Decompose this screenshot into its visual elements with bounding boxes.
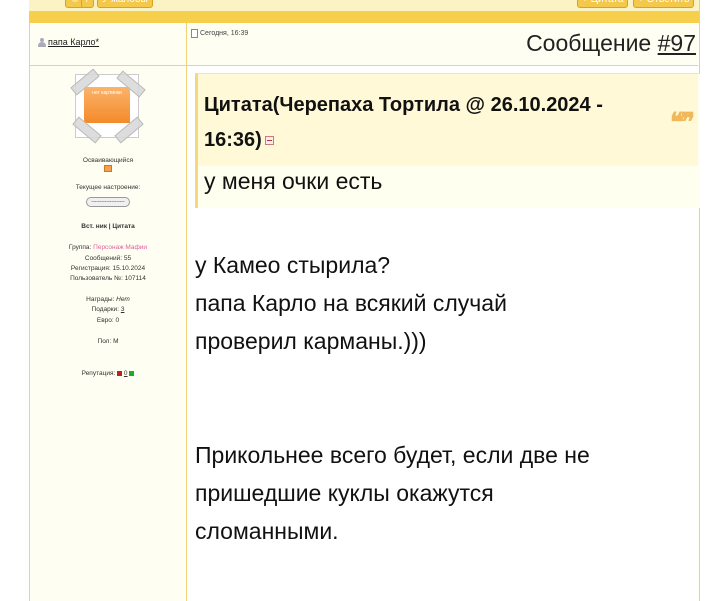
rep-minus-icon[interactable] (117, 370, 123, 376)
top-toolbar: ☺ / У жалобы + Цитата + Ответить (29, 0, 699, 11)
mood-button[interactable]: -------------------- (86, 197, 130, 207)
user-icon (38, 37, 46, 47)
reputation-label: Репутация: (81, 370, 116, 377)
document-icon (191, 29, 198, 38)
reputation-value[interactable]: 0 (124, 370, 128, 377)
post-line: у Камео стырила? (195, 252, 391, 278)
author-link[interactable]: папа Карло* (38, 37, 99, 47)
group-row: Группа: Персонаж Мафии (30, 244, 186, 251)
post-line: проверил карманы.))) (195, 328, 427, 354)
message-label-text: Сообщение (526, 30, 652, 56)
rank-icon (104, 165, 112, 172)
post-line: пришедшие куклы окажутся (195, 480, 494, 506)
post-date: Сегодня, 16:39 (191, 29, 248, 38)
awards-row: Награды: Нет (30, 296, 186, 303)
gender: Пол: М (97, 338, 119, 345)
icon-button-2[interactable]: / (81, 0, 94, 8)
post-line: Прикольнее всего будет, если две не (195, 442, 590, 468)
quote-button[interactable]: + Цитата (577, 0, 629, 8)
quote-header: Цитата(Черепаха Тортила @ 26.10.2024 - 1… (198, 74, 698, 166)
post-line: сломанными. (195, 518, 339, 544)
complaint-button[interactable]: У жалобы (97, 0, 153, 8)
nick-links[interactable]: Вст. ник | Цитата (30, 223, 186, 230)
quote-block: Цитата(Черепаха Тортила @ 26.10.2024 - 1… (195, 73, 700, 208)
post-date-text: Сегодня, 16:39 (200, 30, 249, 37)
user-sidebar: нет картинки Осваивающийся Текущее настр… (30, 66, 187, 601)
group-label: Группа: (68, 244, 92, 251)
registration-date: Регистрация: 15.10.2024 (70, 265, 146, 272)
reputation-row: Репутация: 0 (30, 370, 186, 377)
author-cell: папа Карло* (30, 23, 187, 66)
group-value: Персонаж Мафии (93, 244, 148, 251)
collapse-icon[interactable] (264, 136, 274, 145)
author-name[interactable]: папа Карло* (48, 37, 99, 47)
post-line: папа Карло на всякий случай (195, 290, 507, 316)
reply-button[interactable]: + Ответить (633, 0, 695, 8)
avatar: нет картинки (70, 68, 146, 144)
avatar-text: нет картинки (92, 90, 122, 96)
quote-text: у меня очки есть (204, 168, 383, 194)
post-text: у Камео стырила? папа Карло на всякий сл… (195, 246, 695, 550)
avatar-placeholder: нет картинки (84, 87, 130, 123)
mood-label: Текущее настроение: (75, 184, 141, 191)
gifts-label: Подарки: (91, 306, 119, 313)
user-rank: Осваивающийся (82, 157, 134, 164)
mood-row: -------------------- (30, 197, 186, 207)
user-number: Пользователь №: 107114 (70, 275, 146, 282)
header-bar (29, 11, 699, 23)
quote-mark-icon: ❝❞ (670, 108, 695, 138)
awards-label: Награды: (86, 296, 115, 303)
post-content: Цитата(Черепаха Тортила @ 26.10.2024 - 1… (187, 66, 700, 601)
rep-plus-icon[interactable] (129, 370, 135, 376)
quote-title: Цитата(Черепаха Тортила @ 26.10.2024 - 1… (204, 88, 634, 158)
gifts-row: Подарки: 3 (30, 306, 186, 313)
message-number-link[interactable]: #97 (658, 30, 696, 56)
awards-value: Нет (116, 296, 130, 303)
euro-balance: Евро: 0 (96, 317, 120, 324)
gifts-link[interactable]: 3 (121, 306, 125, 313)
post-header: Сегодня, 16:39 Сообщение #97 (187, 23, 698, 66)
message-count: Сообщений: 55 (84, 255, 132, 262)
message-label: Сообщение #97 (526, 30, 696, 57)
rank-icon-row (30, 165, 186, 174)
